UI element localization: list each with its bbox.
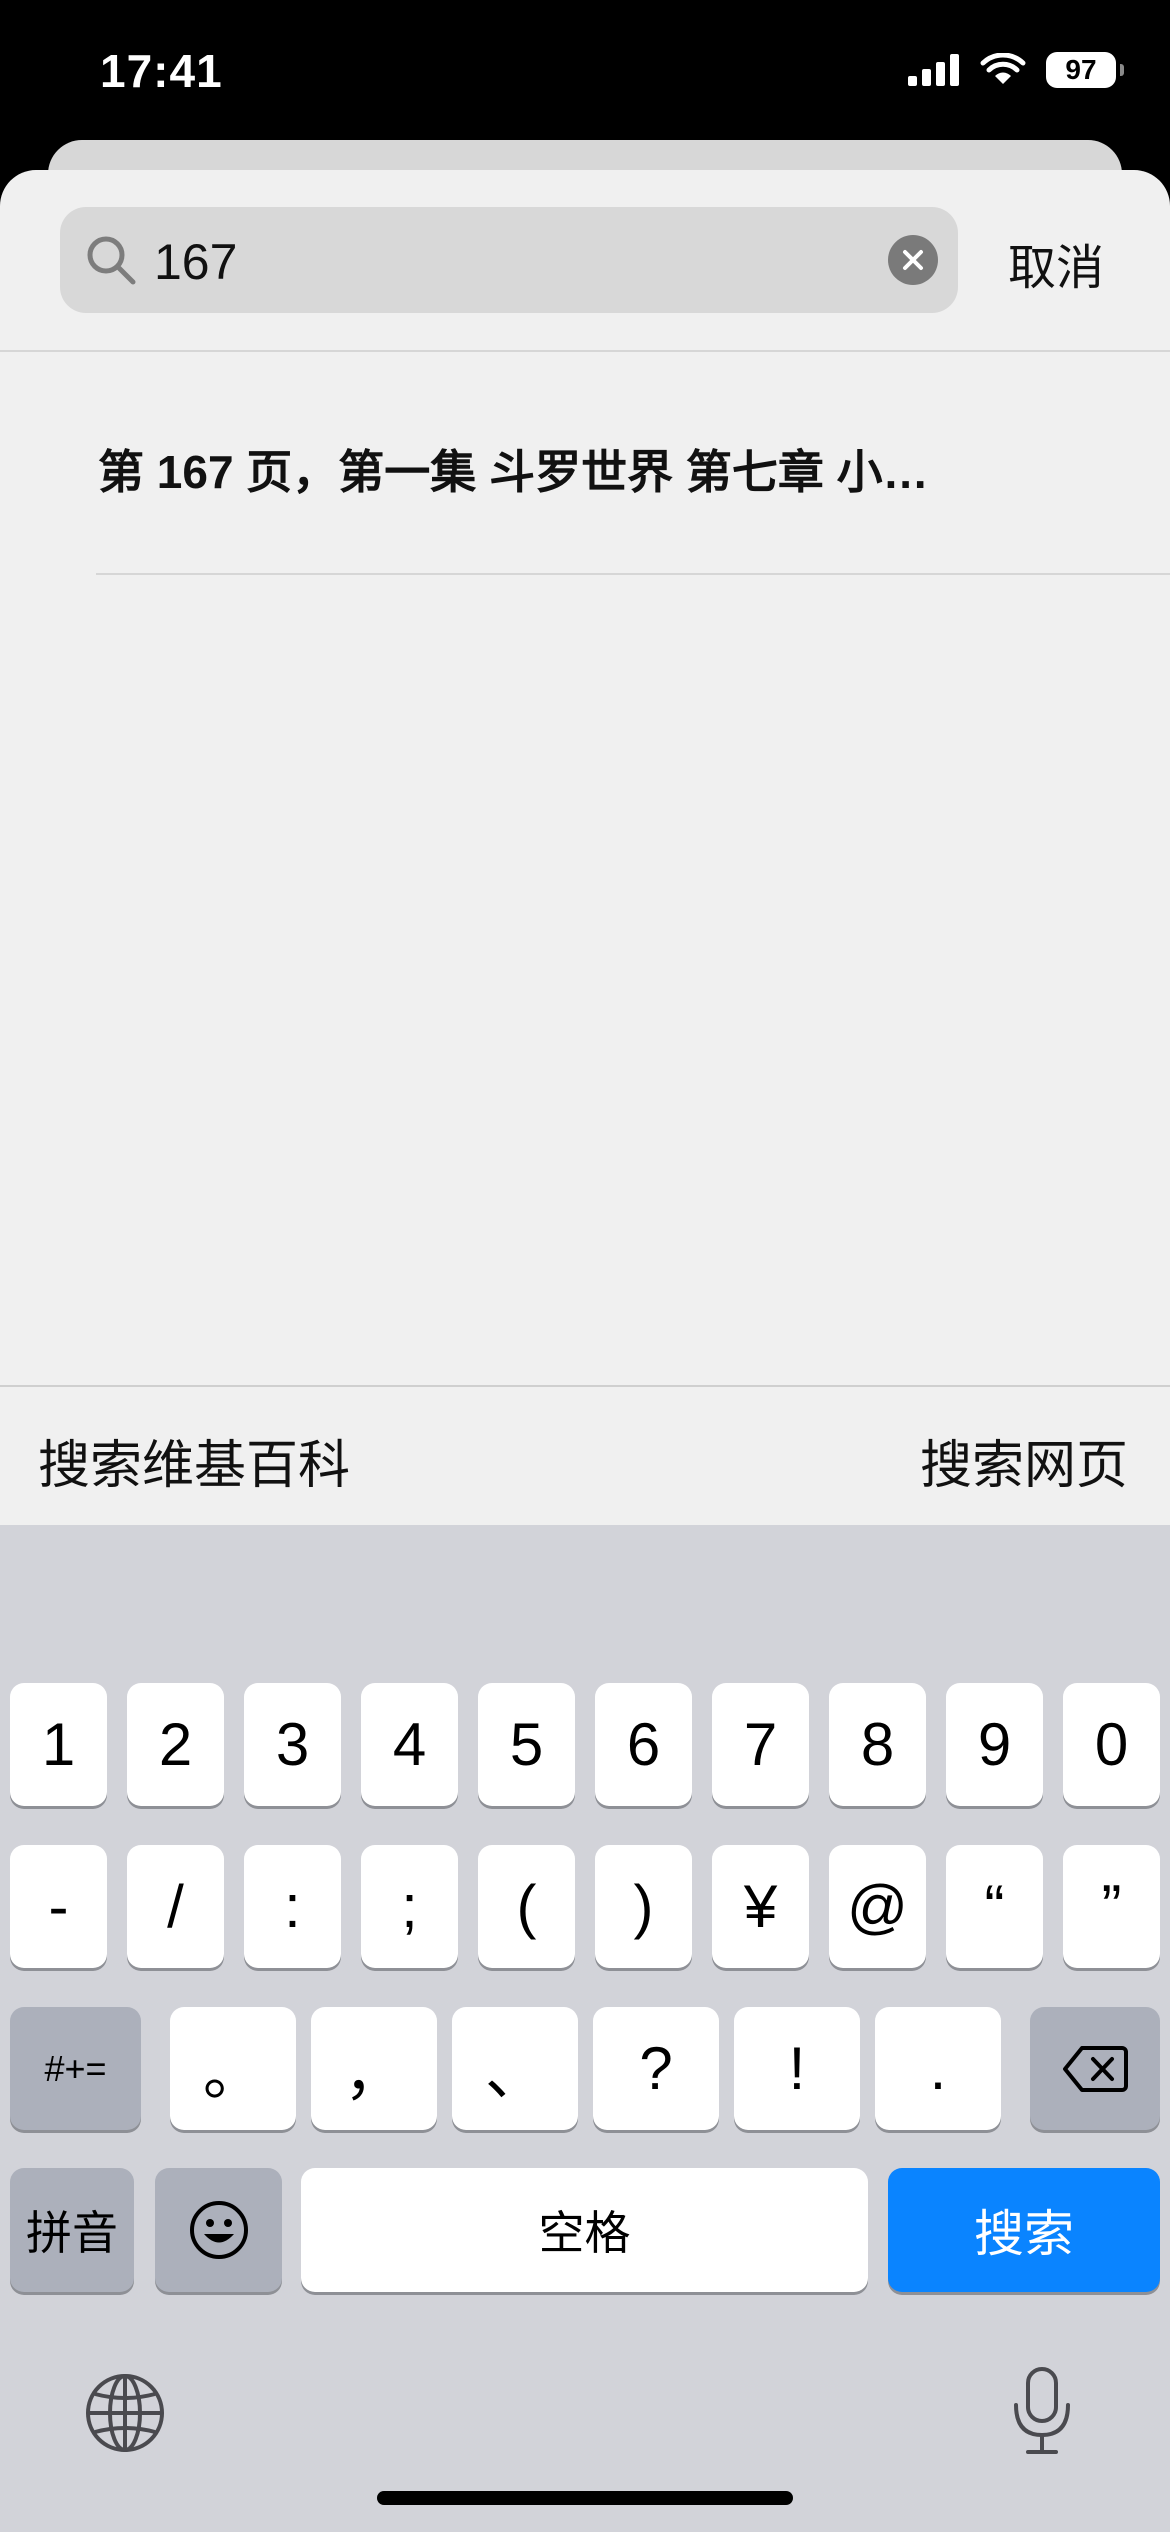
- key-exclamation[interactable]: !: [734, 2007, 860, 2130]
- key-open-paren[interactable]: (: [478, 1845, 575, 1968]
- key-5[interactable]: 5: [478, 1683, 575, 1806]
- close-icon: [903, 250, 923, 270]
- suggestion-bar: 搜索维基百科 搜索网页: [0, 1385, 1170, 1525]
- battery-icon: 97: [1046, 52, 1124, 88]
- key-0[interactable]: 0: [1063, 1683, 1160, 1806]
- key-at[interactable]: @: [829, 1845, 926, 1968]
- cellular-signal-icon: [908, 54, 959, 86]
- key-comma-cjk[interactable]: ，: [311, 2007, 437, 2130]
- status-icons: 97: [908, 52, 1124, 88]
- key-8[interactable]: 8: [829, 1683, 926, 1806]
- search-sheet: 167 取消 第 167 页，第一集 斗罗世界 第七章 小…: [0, 170, 1170, 1525]
- search-web-button[interactable]: 搜索网页: [920, 1423, 1128, 1498]
- key-6[interactable]: 6: [595, 1683, 692, 1806]
- key-enumeration-comma[interactable]: 、: [452, 2007, 578, 2130]
- key-2[interactable]: 2: [127, 1683, 224, 1806]
- key-more-symbols[interactable]: #+=: [10, 2007, 141, 2130]
- wifi-icon: [980, 53, 1026, 84]
- key-pinyin[interactable]: 拼音: [10, 2168, 134, 2292]
- home-indicator: [377, 2491, 793, 2505]
- microphone-icon[interactable]: [1010, 2365, 1074, 2457]
- emoji-button[interactable]: [155, 2168, 282, 2292]
- search-key[interactable]: 搜索: [888, 2168, 1160, 2292]
- backspace-icon: [1063, 2045, 1128, 2092]
- cancel-button[interactable]: 取消: [1008, 228, 1104, 298]
- key-open-quote[interactable]: “: [946, 1845, 1043, 1968]
- status-bar: 17:41 97: [0, 0, 1170, 150]
- key-7[interactable]: 7: [712, 1683, 809, 1806]
- result-divider: [96, 573, 1170, 575]
- key-period-cjk[interactable]: 。: [170, 2007, 296, 2130]
- key-hyphen[interactable]: -: [10, 1845, 107, 1968]
- key-4[interactable]: 4: [361, 1683, 458, 1806]
- header-divider: [0, 350, 1170, 352]
- search-result-item[interactable]: 第 167 页，第一集 斗罗世界 第七章 小…: [98, 436, 929, 502]
- search-input[interactable]: 167: [154, 233, 237, 291]
- key-colon[interactable]: :: [244, 1845, 341, 1968]
- key-yen[interactable]: ¥: [712, 1845, 809, 1968]
- key-question[interactable]: ?: [593, 2007, 719, 2130]
- clear-search-button[interactable]: [888, 235, 938, 285]
- emoji-icon: [189, 2201, 248, 2259]
- key-slash[interactable]: /: [127, 1845, 224, 1968]
- key-close-quote[interactable]: ”: [1063, 1845, 1160, 1968]
- search-icon: [87, 236, 136, 285]
- key-period[interactable]: .: [875, 2007, 1001, 2130]
- space-key[interactable]: 空格: [301, 2168, 868, 2292]
- key-semicolon[interactable]: ;: [361, 1845, 458, 1968]
- battery-level: 97: [1065, 54, 1097, 85]
- search-wikipedia-button[interactable]: 搜索维基百科: [38, 1423, 350, 1498]
- search-field[interactable]: 167: [60, 207, 958, 313]
- key-9[interactable]: 9: [946, 1683, 1043, 1806]
- key-close-paren[interactable]: ): [595, 1845, 692, 1968]
- key-3[interactable]: 3: [244, 1683, 341, 1806]
- key-1[interactable]: 1: [10, 1683, 107, 1806]
- status-time: 17:41: [100, 45, 223, 97]
- globe-icon[interactable]: [84, 2372, 166, 2454]
- delete-button[interactable]: [1030, 2007, 1160, 2130]
